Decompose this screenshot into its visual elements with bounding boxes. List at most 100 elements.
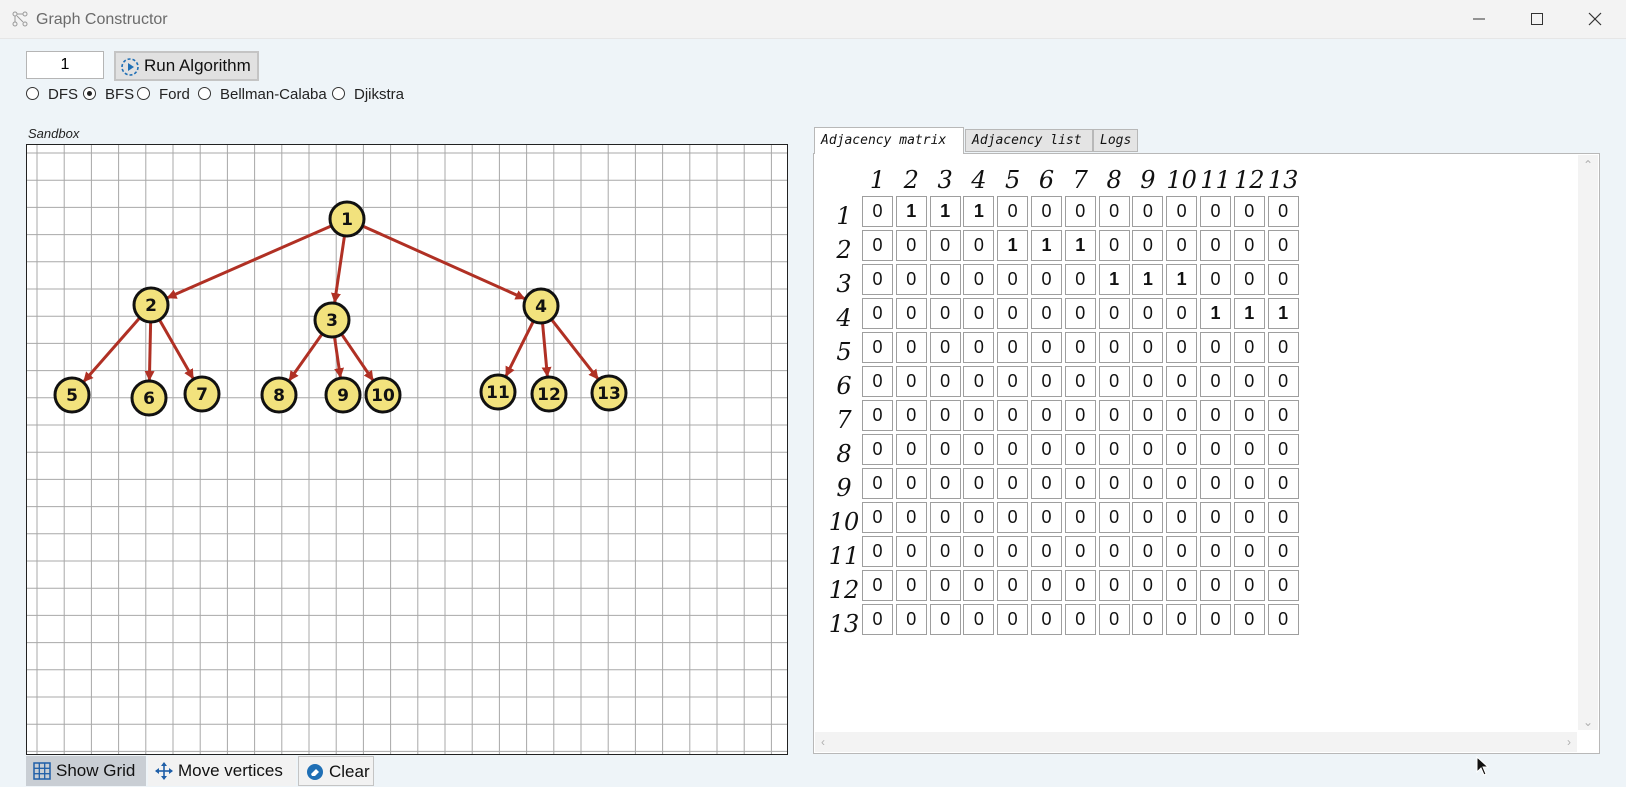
matrix-cell[interactable]: 0 [895,536,927,567]
matrix-cell[interactable]: 0 [1098,196,1130,227]
matrix-cell[interactable]: 0 [1132,570,1164,601]
matrix-cell[interactable]: 0 [1064,468,1096,499]
minimize-button[interactable] [1450,0,1508,38]
matrix-cell[interactable]: 0 [1233,468,1265,499]
close-button[interactable] [1566,0,1624,38]
scroll-up-icon[interactable]: ⌃ [1583,159,1593,171]
matrix-cell[interactable]: 0 [929,502,961,533]
matrix-cell[interactable]: 0 [862,400,893,431]
matrix-cell[interactable]: 0 [1166,502,1198,533]
matrix-cell[interactable]: 0 [997,468,1029,499]
vertex-1[interactable]: 1 [328,200,366,238]
matrix-cell[interactable]: 0 [1267,196,1299,227]
matrix-cell[interactable]: 0 [895,332,927,363]
matrix-cell[interactable]: 0 [895,230,927,261]
vertex-4[interactable]: 4 [522,287,560,325]
matrix-cell[interactable]: 0 [1166,400,1198,431]
matrix-cell[interactable]: 0 [1031,298,1062,329]
vertex-7[interactable]: 7 [183,375,221,413]
show-grid-button[interactable]: Show Grid [26,756,146,786]
matrix-cell[interactable]: 0 [862,230,893,261]
matrix-cell[interactable]: 0 [963,502,995,533]
matrix-cell[interactable]: 0 [1064,298,1096,329]
matrix-cell[interactable]: 0 [862,468,893,499]
matrix-cell[interactable]: 0 [997,434,1029,465]
matrix-cell[interactable]: 0 [1098,366,1130,397]
move-vertices-button[interactable]: Move vertices [148,756,296,786]
matrix-cell[interactable]: 0 [1064,434,1096,465]
matrix-cell[interactable]: 0 [1064,366,1096,397]
matrix-cell[interactable]: 0 [1233,604,1265,635]
tab-logs[interactable]: Logs [1093,129,1138,152]
vertex-2[interactable]: 2 [132,286,170,324]
scroll-down-icon[interactable]: ⌄ [1583,716,1593,728]
matrix-cell[interactable]: 0 [1267,264,1299,295]
matrix-cell[interactable]: 0 [1200,570,1231,601]
matrix-cell[interactable]: 1 [963,196,995,227]
matrix-cell[interactable]: 0 [1132,298,1164,329]
tab-adjacency-matrix[interactable]: Adjacency matrix [814,127,964,154]
matrix-cell[interactable]: 0 [1267,230,1299,261]
matrix-cell[interactable]: 0 [997,196,1029,227]
matrix-cell[interactable]: 1 [1132,264,1164,295]
matrix-cell[interactable]: 0 [895,366,927,397]
matrix-cell[interactable]: 0 [1098,332,1130,363]
matrix-cell[interactable]: 0 [1200,196,1231,227]
matrix-cell[interactable]: 0 [1132,230,1164,261]
matrix-cell[interactable]: 1 [1098,264,1130,295]
matrix-cell[interactable]: 1 [1064,230,1096,261]
matrix-cell[interactable]: 0 [1200,468,1231,499]
matrix-cell[interactable]: 0 [963,366,995,397]
matrix-cell[interactable]: 0 [1166,468,1198,499]
matrix-cell[interactable]: 0 [1132,434,1164,465]
matrix-cell[interactable]: 0 [929,264,961,295]
vertex-8[interactable]: 8 [260,376,298,414]
vertex-13[interactable]: 13 [590,374,628,412]
matrix-cell[interactable]: 1 [1200,298,1231,329]
matrix-cell[interactable]: 0 [1166,332,1198,363]
matrix-cell[interactable]: 0 [1031,400,1062,431]
matrix-cell[interactable]: 0 [997,332,1029,363]
matrix-cell[interactable]: 0 [1200,400,1231,431]
matrix-cell[interactable]: 0 [1233,400,1265,431]
tab-adjacency-list[interactable]: Adjacency list [965,129,1093,152]
vertex-6[interactable]: 6 [130,379,168,417]
vertex-10[interactable]: 10 [364,376,402,414]
matrix-cell[interactable]: 0 [1233,196,1265,227]
matrix-cell[interactable]: 0 [1166,570,1198,601]
matrix-cell[interactable]: 0 [1064,536,1096,567]
matrix-cell[interactable]: 0 [929,400,961,431]
matrix-cell[interactable]: 0 [1200,536,1231,567]
matrix-cell[interactable]: 0 [1132,468,1164,499]
matrix-cell[interactable]: 0 [895,468,927,499]
matrix-cell[interactable]: 1 [895,196,927,227]
matrix-cell[interactable]: 0 [1166,366,1198,397]
matrix-cell[interactable]: 0 [997,366,1029,397]
matrix-cell[interactable]: 0 [895,298,927,329]
matrix-cell[interactable]: 0 [1233,332,1265,363]
matrix-cell[interactable]: 0 [1267,536,1299,567]
vertex-5[interactable]: 5 [53,376,91,414]
run-algorithm-button[interactable]: Run Algorithm [114,51,259,81]
matrix-cell[interactable]: 0 [997,536,1029,567]
matrix-cell[interactable]: 0 [963,332,995,363]
matrix-cell[interactable]: 0 [895,570,927,601]
scroll-right-icon[interactable]: › [1567,736,1571,748]
vertical-scrollbar[interactable]: ⌃ ⌄ [1578,155,1598,730]
matrix-cell[interactable]: 0 [1200,366,1231,397]
matrix-cell[interactable]: 0 [929,570,961,601]
matrix-cell[interactable]: 0 [997,570,1029,601]
matrix-cell[interactable]: 0 [1132,366,1164,397]
matrix-cell[interactable]: 1 [1267,298,1299,329]
matrix-cell[interactable]: 0 [862,366,893,397]
sandbox-canvas[interactable]: 1 2 3 4 5 6 7 8 9 10 11 12 13 [26,144,788,755]
matrix-cell[interactable]: 0 [895,264,927,295]
matrix-cell[interactable]: 0 [862,264,893,295]
matrix-cell[interactable]: 0 [929,366,961,397]
matrix-cell[interactable]: 0 [1200,502,1231,533]
matrix-cell[interactable]: 0 [1098,468,1130,499]
matrix-cell[interactable]: 0 [1132,502,1164,533]
matrix-cell[interactable]: 0 [1267,468,1299,499]
matrix-cell[interactable]: 0 [895,434,927,465]
matrix-cell[interactable]: 0 [1166,196,1198,227]
